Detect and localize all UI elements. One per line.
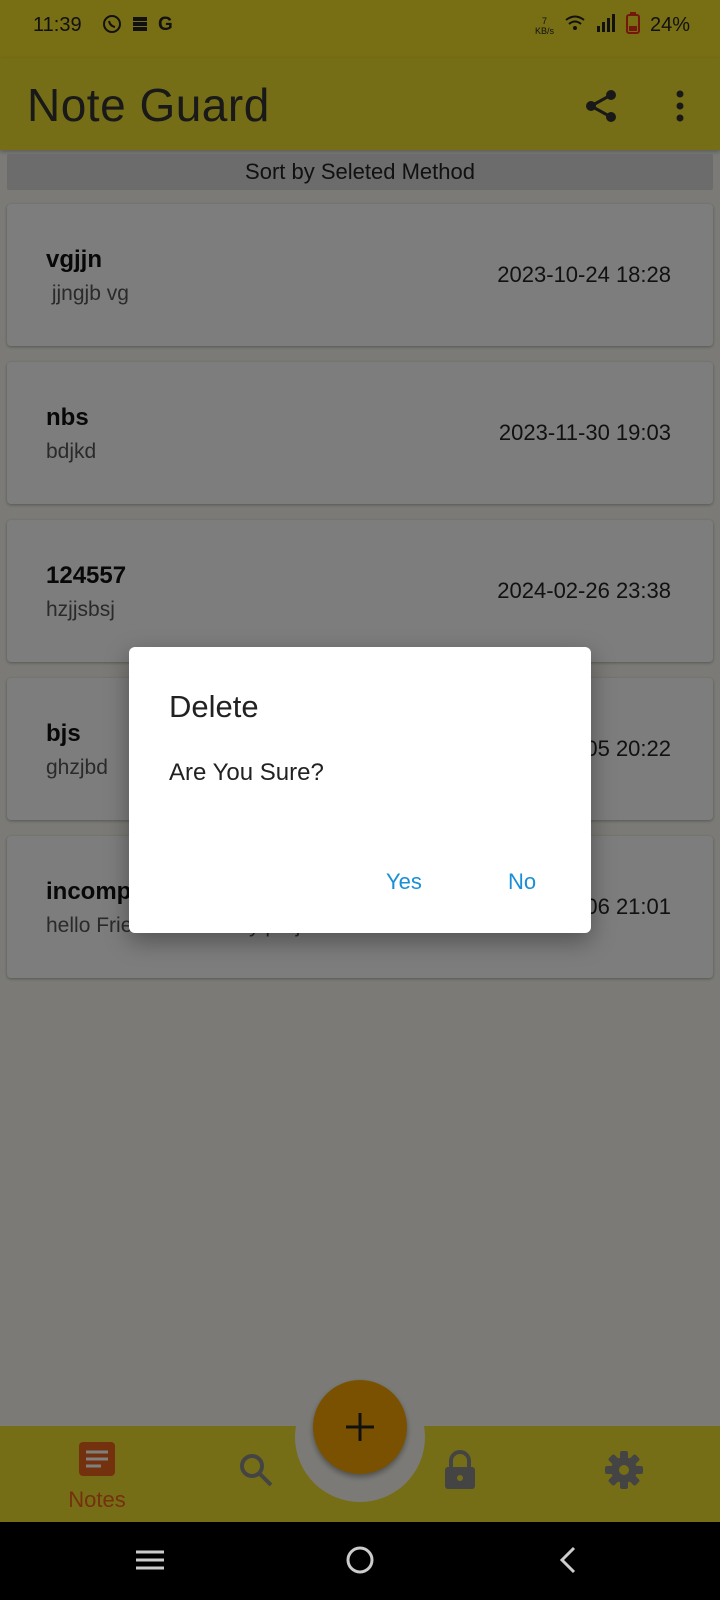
yes-button[interactable]: Yes [374, 863, 434, 901]
dialog-title: Delete [169, 689, 259, 724]
dialog-message: Are You Sure? [169, 759, 324, 786]
recents-icon[interactable] [134, 1544, 166, 1581]
no-button[interactable]: No [496, 863, 548, 901]
home-icon[interactable] [344, 1544, 376, 1581]
delete-dialog: Delete Are You Sure? Yes No [129, 647, 591, 933]
system-nav-bar [0, 1522, 720, 1600]
back-icon[interactable] [554, 1544, 586, 1581]
